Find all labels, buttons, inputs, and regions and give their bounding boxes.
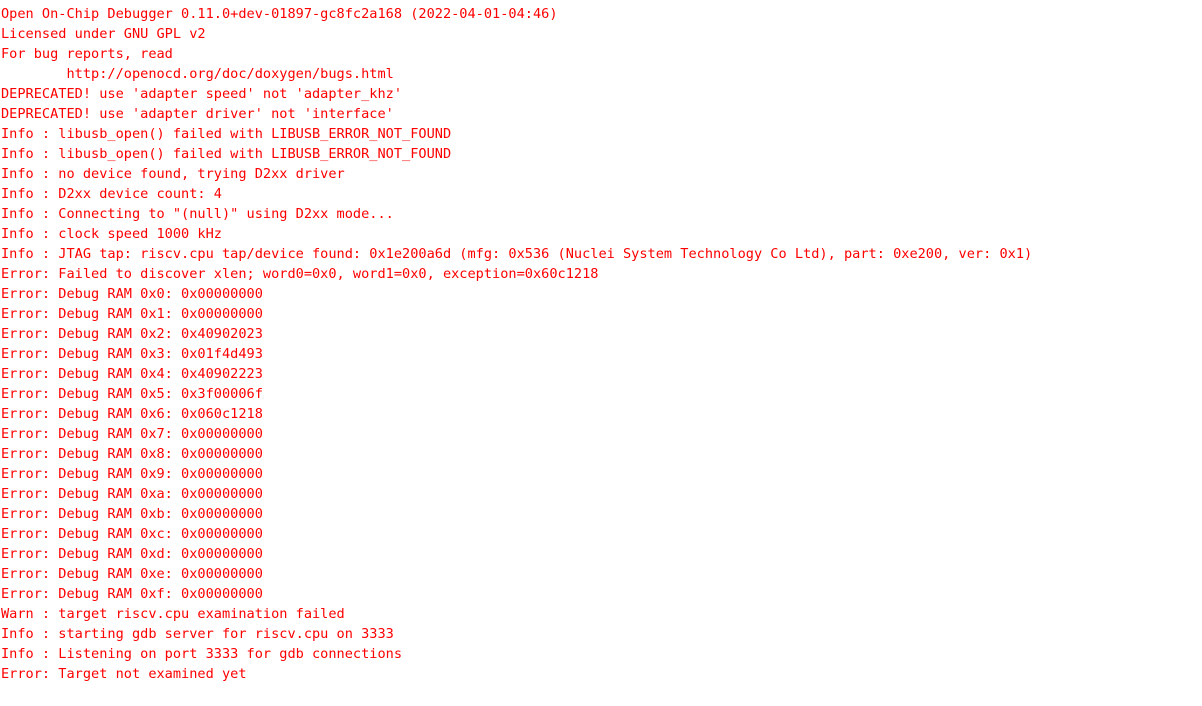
terminal-line: Error: Failed to discover xlen; word0=0x… bbox=[1, 266, 599, 282]
terminal-line: Error: Debug RAM 0xa: 0x00000000 bbox=[1, 486, 263, 502]
terminal-line: DEPRECATED! use 'adapter driver' not 'in… bbox=[1, 106, 394, 122]
terminal-line: Error: Debug RAM 0x7: 0x00000000 bbox=[1, 426, 263, 442]
terminal-line: Info : clock speed 1000 kHz bbox=[1, 226, 222, 242]
terminal-line: Info : JTAG tap: riscv.cpu tap/device fo… bbox=[1, 246, 1033, 262]
terminal-line: Error: Debug RAM 0x0: 0x00000000 bbox=[1, 286, 263, 302]
terminal-line: Info : starting gdb server for riscv.cpu… bbox=[1, 626, 394, 642]
terminal-line: Error: Debug RAM 0xe: 0x00000000 bbox=[1, 566, 263, 582]
terminal-line: Info : libusb_open() failed with LIBUSB_… bbox=[1, 146, 452, 162]
terminal-line: Licensed under GNU GPL v2 bbox=[1, 26, 206, 42]
terminal-line: Error: Debug RAM 0x8: 0x00000000 bbox=[1, 446, 263, 462]
terminal-line: Error: Debug RAM 0x3: 0x01f4d493 bbox=[1, 346, 263, 362]
terminal-line: Info : D2xx device count: 4 bbox=[1, 186, 222, 202]
terminal-line: http://openocd.org/doc/doxygen/bugs.html bbox=[1, 66, 394, 82]
terminal-line: Info : libusb_open() failed with LIBUSB_… bbox=[1, 126, 452, 142]
terminal-line: Info : Connecting to "(null)" using D2xx… bbox=[1, 206, 394, 222]
terminal-line: Info : no device found, trying D2xx driv… bbox=[1, 166, 345, 182]
terminal-line: Error: Debug RAM 0xc: 0x00000000 bbox=[1, 526, 263, 542]
terminal-line: Open On-Chip Debugger 0.11.0+dev-01897-g… bbox=[1, 6, 558, 22]
terminal-line: Error: Target not examined yet bbox=[1, 666, 247, 682]
terminal-line: Error: Debug RAM 0x6: 0x060c1218 bbox=[1, 406, 263, 422]
terminal-line: Error: Debug RAM 0xb: 0x00000000 bbox=[1, 506, 263, 522]
terminal-line: Error: Debug RAM 0x1: 0x00000000 bbox=[1, 306, 263, 322]
terminal-line: Error: Debug RAM 0x9: 0x00000000 bbox=[1, 466, 263, 482]
terminal-line: For bug reports, read bbox=[1, 46, 173, 62]
terminal-line: Error: Debug RAM 0xd: 0x00000000 bbox=[1, 546, 263, 562]
terminal-line: Error: Debug RAM 0xf: 0x00000000 bbox=[1, 586, 263, 602]
terminal-line: Warn : target riscv.cpu examination fail… bbox=[1, 606, 345, 622]
terminal-line: Info : Listening on port 3333 for gdb co… bbox=[1, 646, 403, 662]
terminal-output-pane[interactable]: Open On-Chip Debugger 0.11.0+dev-01897-g… bbox=[0, 0, 1202, 706]
terminal-line: DEPRECATED! use 'adapter speed' not 'ada… bbox=[1, 86, 403, 102]
terminal-line: Error: Debug RAM 0x2: 0x40902023 bbox=[1, 326, 263, 342]
terminal-line: Error: Debug RAM 0x4: 0x40902223 bbox=[1, 366, 263, 382]
terminal-line: Error: Debug RAM 0x5: 0x3f00006f bbox=[1, 386, 263, 402]
